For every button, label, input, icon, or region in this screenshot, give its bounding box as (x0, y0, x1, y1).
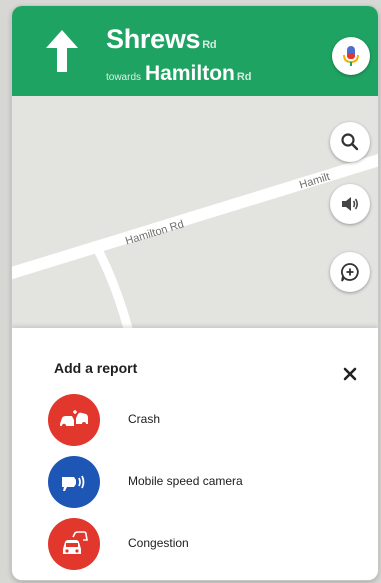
report-item-speed-camera[interactable]: Mobile speed camera (48, 456, 348, 508)
add-report-icon (341, 263, 359, 282)
road-network (12, 154, 378, 336)
voice-search-button[interactable] (332, 37, 370, 75)
current-street-suffix: Rd (202, 39, 217, 51)
towards-line: towards Hamilton Rd (106, 62, 252, 86)
speed-camera-icon (48, 456, 100, 508)
report-item-label: Mobile speed camera (128, 474, 243, 488)
crash-icon (48, 394, 100, 446)
current-street: Shrews Rd (106, 24, 217, 55)
phone-screen: Shrews Rd towards Hamilton Rd Hamilton Rd H… (12, 6, 378, 580)
report-item-crash[interactable]: Crash (48, 394, 348, 446)
sheet-title: Add a report (54, 360, 138, 376)
towards-street-name: Hamilton (145, 62, 235, 85)
current-street-name: Shrews (106, 24, 201, 54)
sound-button[interactable] (330, 184, 370, 224)
close-icon[interactable] (338, 362, 362, 386)
report-item-congestion[interactable]: Congestion (48, 518, 348, 570)
microphone-icon (343, 46, 359, 66)
report-item-label: Crash (128, 412, 161, 426)
add-report-button[interactable] (330, 252, 370, 292)
congestion-icon (48, 518, 100, 570)
towards-label: towards (106, 72, 142, 83)
report-sheet: Add a report Crash Mobile speed camera C… (12, 328, 378, 580)
search-button[interactable] (330, 122, 370, 162)
straight-arrow-icon (46, 30, 78, 72)
map-view[interactable]: Hamilton Rd Hamilt (12, 96, 378, 336)
speaker-icon (342, 197, 359, 211)
navigation-header: Shrews Rd towards Hamilton Rd (12, 6, 378, 96)
search-icon (341, 133, 359, 151)
report-item-label: Congestion (128, 536, 189, 550)
towards-street-suffix: Rd (236, 71, 252, 83)
